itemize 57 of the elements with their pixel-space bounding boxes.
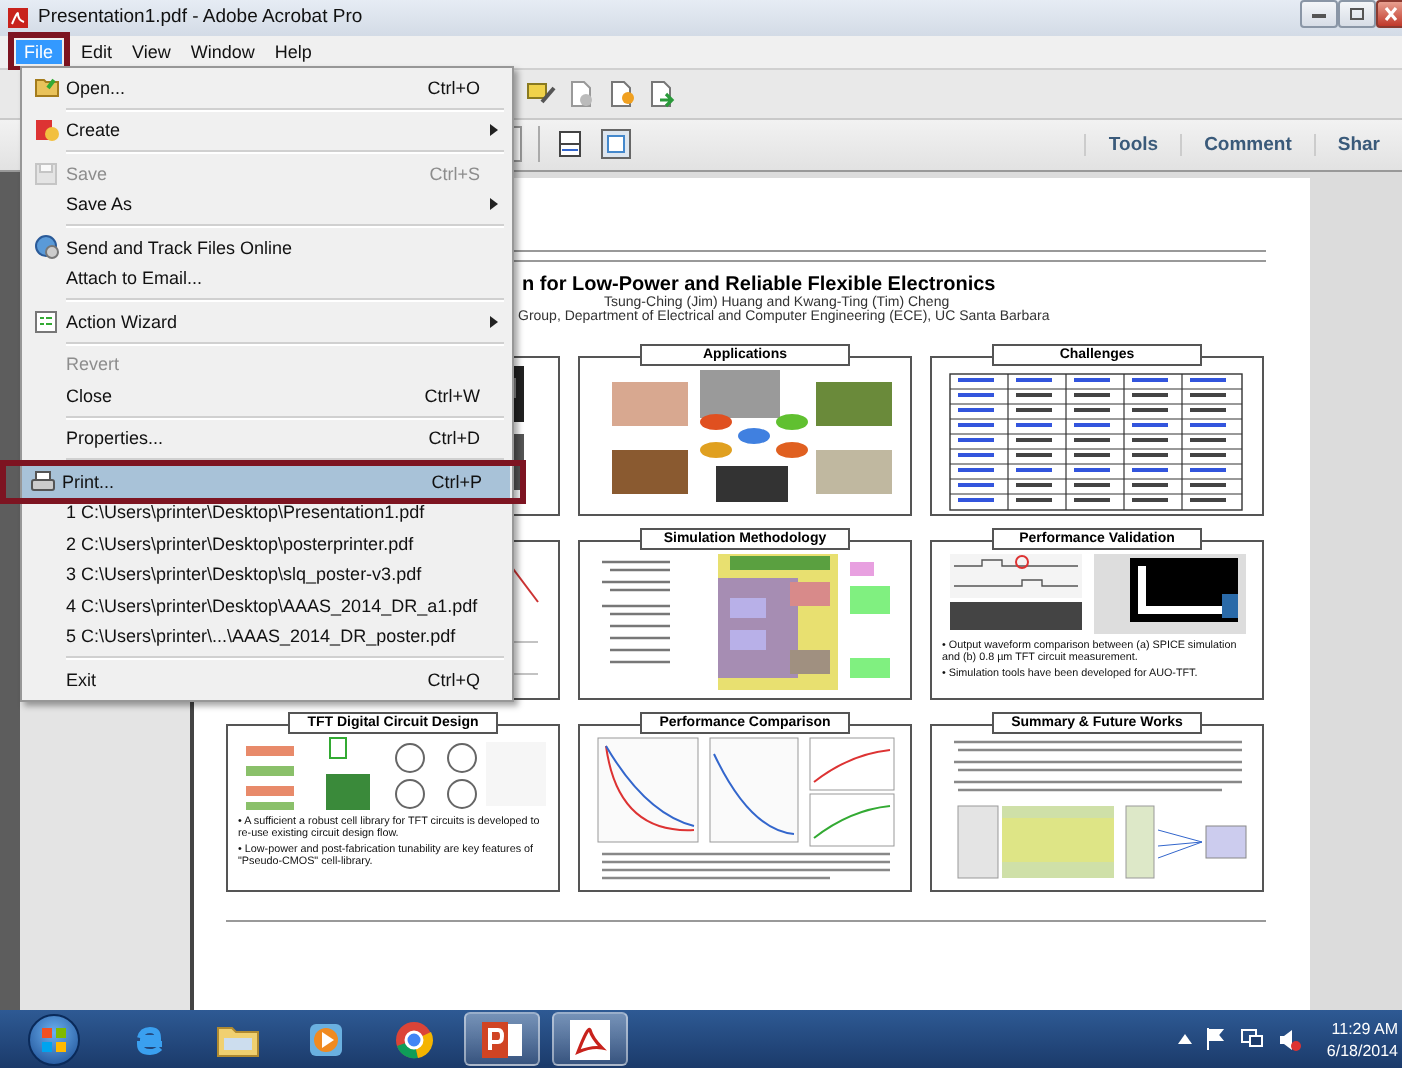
folder-icon[interactable] <box>216 1021 260 1058</box>
slides-p-icon[interactable] <box>478 1019 526 1060</box>
maximize-button[interactable] <box>1338 0 1376 29</box>
printer-icon <box>29 469 55 494</box>
minimize-icon <box>1310 8 1328 21</box>
pdf-create-icon <box>33 118 59 143</box>
fit-width-icon[interactable] <box>556 130 584 159</box>
menu-item[interactable]: Send and Track Files Online <box>26 232 508 263</box>
menu-item[interactable]: 4 C:\Users\printer\Desktop\AAAS_2014_DR_a1.pdf <box>26 590 508 621</box>
close-icon <box>1382 6 1398 23</box>
menu-item[interactable]: Close Ctrl+W <box>26 380 508 411</box>
fit-page-icon[interactable] <box>600 128 632 161</box>
menu-item[interactable]: Action Wizard <box>26 306 508 337</box>
minimize-button[interactable] <box>1300 0 1338 29</box>
pane-tab[interactable]: Shar <box>1313 133 1402 156</box>
document-gear-icon[interactable] <box>568 79 596 108</box>
maximize-icon <box>1348 6 1366 23</box>
windows-logo-icon <box>40 1025 68 1054</box>
menu-item[interactable]: Attach to Email... <box>26 263 508 294</box>
start-button[interactable] <box>28 1013 80 1066</box>
poster-title: n for Low-Power and Reliable Flexible Electronics <box>522 273 996 296</box>
menu-item[interactable]: Save As <box>26 189 508 220</box>
pdf-icon <box>6 5 30 30</box>
network-icon[interactable] <box>1240 1028 1265 1051</box>
menu-item[interactable]: Exit Ctrl+Q <box>26 664 508 695</box>
close-button[interactable] <box>1376 0 1402 29</box>
chrome-ball-icon[interactable] <box>394 1019 434 1060</box>
document-export-icon[interactable] <box>608 79 636 108</box>
folder-icon <box>33 76 59 99</box>
checklist-icon <box>34 309 58 334</box>
highlight-tool-icon[interactable] <box>526 80 556 107</box>
menu-item[interactable]: Print... Ctrl+P <box>22 466 510 497</box>
menu-item[interactable]: 5 C:\Users\printer\...\AAAS_2014_DR_poster.pdf <box>26 621 508 652</box>
menu-item[interactable]: Properties... Ctrl+D <box>26 423 508 454</box>
menu-item[interactable]: 2 C:\Users\printer\Desktop\posterprinter.pdf <box>26 528 508 559</box>
menu-item[interactable]: Help <box>266 39 320 64</box>
globe-icon <box>33 234 59 261</box>
pdf-reader-icon[interactable] <box>568 1017 612 1062</box>
menu-item[interactable]: View <box>124 39 179 64</box>
speaker-muted-icon[interactable] <box>1278 1027 1303 1052</box>
taskbar-button[interactable] <box>552 1012 628 1067</box>
chevron-up-icon[interactable] <box>1178 1034 1193 1045</box>
clock-time[interactable]: 11:29 AM <box>1331 1017 1398 1040</box>
menu-item[interactable]: Window <box>182 39 263 64</box>
media-player-icon[interactable] <box>306 1019 346 1060</box>
menu-item[interactable]: Open... Ctrl+O <box>26 72 508 103</box>
window-title: Presentation1.pdf - Adobe Acrobat Pro <box>38 6 363 29</box>
menu-item[interactable]: Create <box>26 115 508 146</box>
pane-tab[interactable]: Comment <box>1180 133 1314 156</box>
menu-item[interactable]: 3 C:\Users\printer\Desktop\slq_poster-v3.pdf <box>26 559 508 590</box>
flag-icon[interactable] <box>1206 1028 1227 1051</box>
menu-item[interactable]: Edit <box>73 39 121 64</box>
document-arrow-icon[interactable] <box>648 79 676 108</box>
menu-item[interactable]: 1 C:\Users\printer\Desktop\Presentation1.pdf <box>26 497 508 528</box>
taskbar-button[interactable] <box>464 1012 540 1067</box>
pane-tab[interactable]: Tools <box>1084 133 1181 156</box>
clock-date[interactable]: 6/18/2014 <box>1326 1039 1398 1062</box>
